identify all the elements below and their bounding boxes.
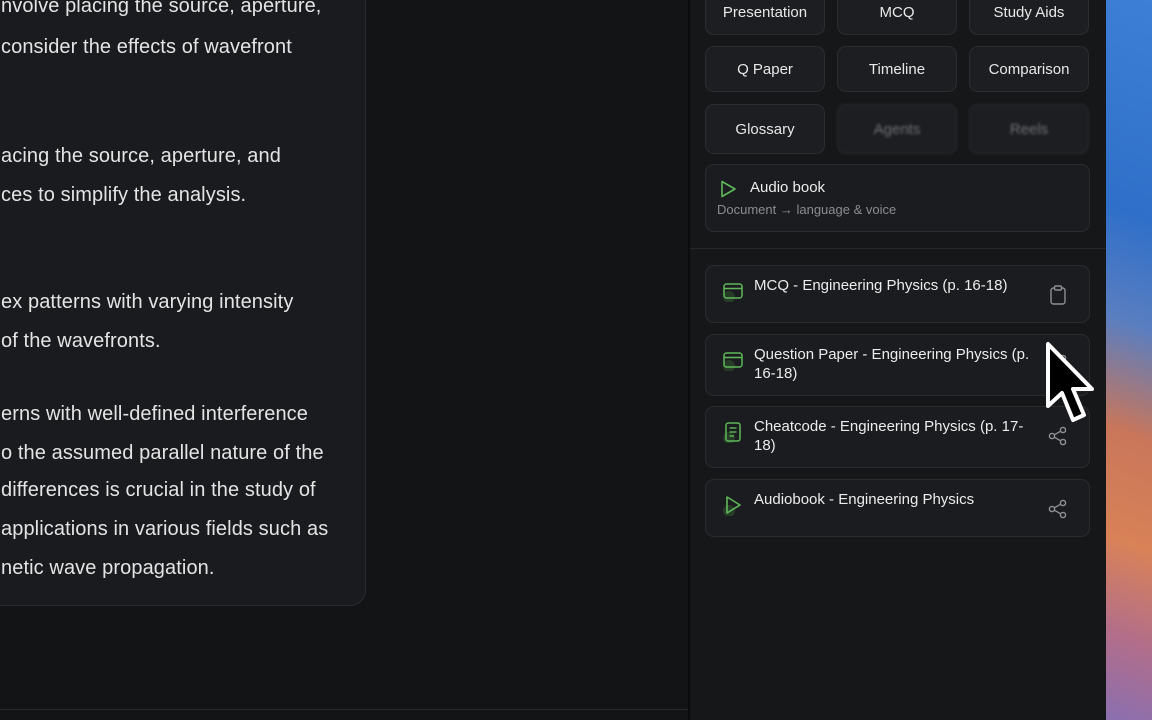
card-icon [723,352,743,371]
play-icon [723,496,741,516]
comparison-button[interactable]: Comparison [969,46,1089,92]
document-text-line: ces to simplify the analysis. [1,184,247,206]
audio-book-title: Audio book [750,179,826,196]
document-card: nvolve placing the source, aperture, con… [0,0,366,606]
play-icon [721,180,736,198]
q-paper-button[interactable]: Q Paper [705,46,825,92]
mcq-button[interactable]: MCQ [837,0,957,35]
clipboard-icon[interactable] [1047,284,1069,306]
document-text-line: o the assumed parallel nature of the [1,442,324,464]
document-text-line: ex patterns with varying intensity [1,291,294,313]
card-icon [723,283,743,302]
presentation-button[interactable]: Presentation [705,0,825,35]
list-item[interactable]: Cheatcode - Engineering Physics (p. 17-1… [705,406,1090,468]
list-item[interactable]: Question Paper - Engineering Physics (p.… [705,334,1090,396]
document-text-line: netic wave propagation. [1,557,215,579]
list-item[interactable]: MCQ - Engineering Physics (p. 16-18) [705,265,1090,323]
study-aids-button[interactable]: Study Aids [969,0,1089,35]
document-text-line: differences is crucial in the study of [1,479,316,501]
timeline-button[interactable]: Timeline [837,46,957,92]
agents-button[interactable]: Agents [837,104,957,154]
glossary-button[interactable]: Glossary [705,104,825,154]
item-title: Question Paper - Engineering Physics (p.… [754,346,1030,382]
share-icon[interactable] [1047,498,1069,520]
item-title: MCQ - Engineering Physics (p. 16-18) [754,277,1008,294]
document-text-line: nvolve placing the source, aperture, [1,0,322,17]
desktop-wallpaper [1106,0,1152,720]
list-item[interactable]: Audiobook - Engineering Physics [705,479,1090,537]
panel-separator [690,248,1106,249]
main-bottom-divider [0,709,688,710]
tools-panel: Presentation MCQ Study Aids Q Paper Time… [690,0,1106,720]
document-text-line: of the wavefronts. [1,330,161,352]
item-title: Cheatcode - Engineering Physics (p. 17-1… [754,418,1024,454]
audio-book-subtitle: Document → language & voice [717,202,897,217]
document-text-line: erns with well-defined interference [1,403,308,425]
document-text-line: acing the source, aperture, and [1,145,281,167]
document-text-line: applications in various fields such as [1,518,329,540]
share-icon[interactable] [1047,425,1069,447]
document-area: nvolve placing the source, aperture, con… [0,0,688,720]
document-icon [723,422,741,443]
document-text-line: consider the effects of wavefront [1,36,292,58]
reels-button[interactable]: Reels [969,104,1089,154]
audio-book-card[interactable]: Audio book Document → language & voice [705,164,1090,232]
share-icon[interactable] [1047,353,1069,375]
item-title: Audiobook - Engineering Physics [754,491,975,508]
